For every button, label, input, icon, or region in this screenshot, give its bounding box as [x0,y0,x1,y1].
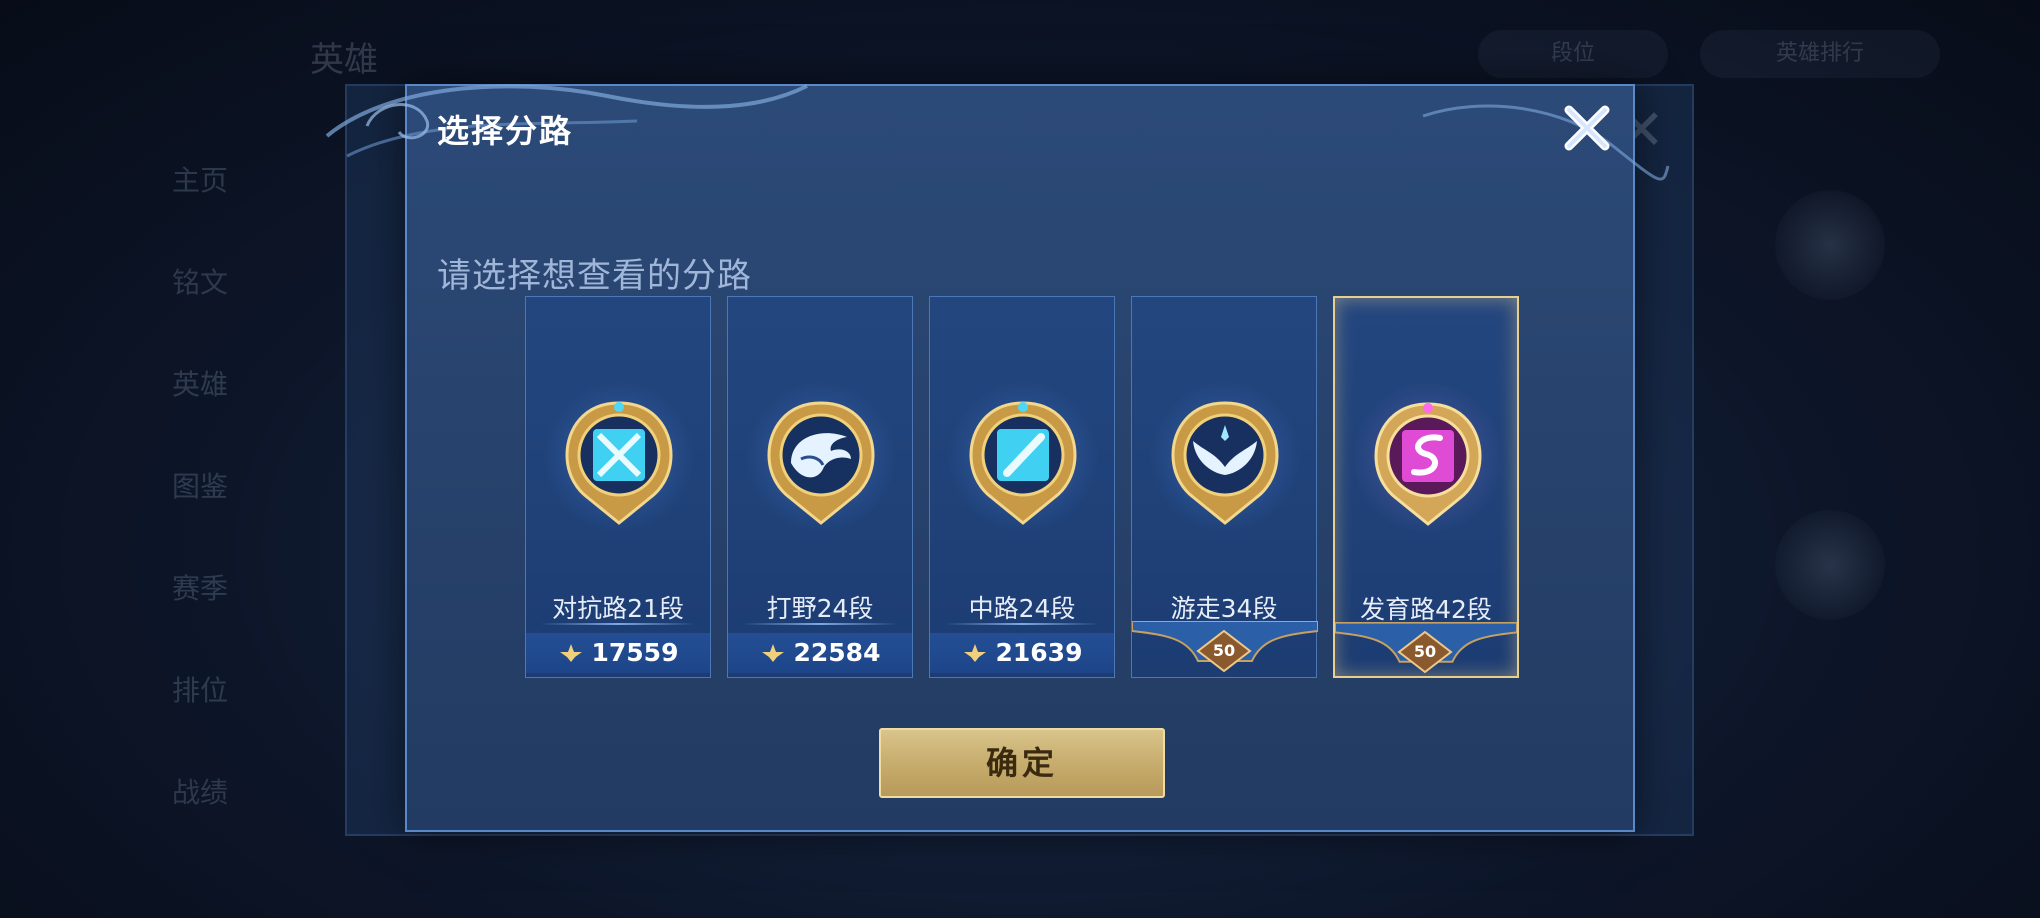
lane-card-mid[interactable]: 中路24段 21639 [929,296,1115,678]
lane-score-value: 21639 [995,638,1083,667]
lane-level: 50 [1132,621,1318,677]
level-badge-value: 50 [1212,641,1236,660]
background-pill-hero-rank: 英雄排行 [1700,30,1940,78]
power-score-icon [761,644,784,662]
lane-score-value: 22584 [793,638,881,667]
background-emblem-icon [1775,510,1885,620]
background-menu-item: 战绩 [171,776,228,809]
lane-level: 50 [1335,622,1517,678]
lane-score-value: 17559 [591,638,679,667]
lane-card-roam[interactable]: 游走34段 50 [1131,296,1318,678]
lane-label: 游走34段 [1170,594,1278,623]
lane-card-jungle[interactable]: 打野24段 22584 [727,296,913,678]
level-badge-value: 50 [1413,642,1437,661]
lane-card-list: 对抗路21段 17559 打野24段 22584 中路24段 21639 游走3… [525,296,1525,678]
background-emblem-icon [1775,190,1885,300]
background-side-menu: 主页 铭文 英雄 图鉴 赛季 排位 战绩 [140,130,260,844]
lane-score: 21639 [930,633,1114,673]
background-menu-item: 铭文 [171,266,228,299]
background-menu-item: 英雄 [171,368,228,401]
power-score-icon [559,644,582,662]
power-score-icon [963,644,986,662]
lane-score: 22584 [728,633,912,673]
background-menu-item: 主页 [171,164,228,197]
confirm-button[interactable]: 确定 [879,728,1165,798]
lane-card-top[interactable]: 对抗路21段 17559 [525,296,711,678]
wings-icon [1171,401,1279,525]
lane-label: 中路24段 [968,594,1076,623]
divider [742,623,898,625]
lane-label: 对抗路21段 [552,594,684,623]
background-menu-item: 赛季 [171,572,228,605]
select-lane-dialog: 选择分路 请选择想查看的分路 对抗路21段 17559 打野24段 22584 … [325,84,1670,832]
dialog-subtitle: 请选择想查看的分路 [437,256,752,296]
lane-label: 打野24段 [766,594,874,623]
background-pill-rank: 段位 [1478,30,1668,78]
cloud-ornament-right-icon [1422,104,1670,181]
lane-card-farm[interactable]: 发育路42段 50 [1333,296,1519,678]
lane-score: 17559 [526,633,710,673]
close-icon[interactable] [1557,98,1617,158]
marksman-icon [1374,402,1482,526]
lane-label: 发育路42段 [1360,595,1492,624]
background-menu-item: 图鉴 [171,470,228,503]
divider [540,623,696,625]
crossed-swords-icon [565,401,673,525]
background-menu-item: 排位 [171,674,228,707]
background-right-column [1715,130,1955,830]
divider [944,623,1100,625]
staff-icon [969,401,1077,525]
dragon-icon [767,401,875,525]
dialog-title: 选择分路 [437,112,574,150]
